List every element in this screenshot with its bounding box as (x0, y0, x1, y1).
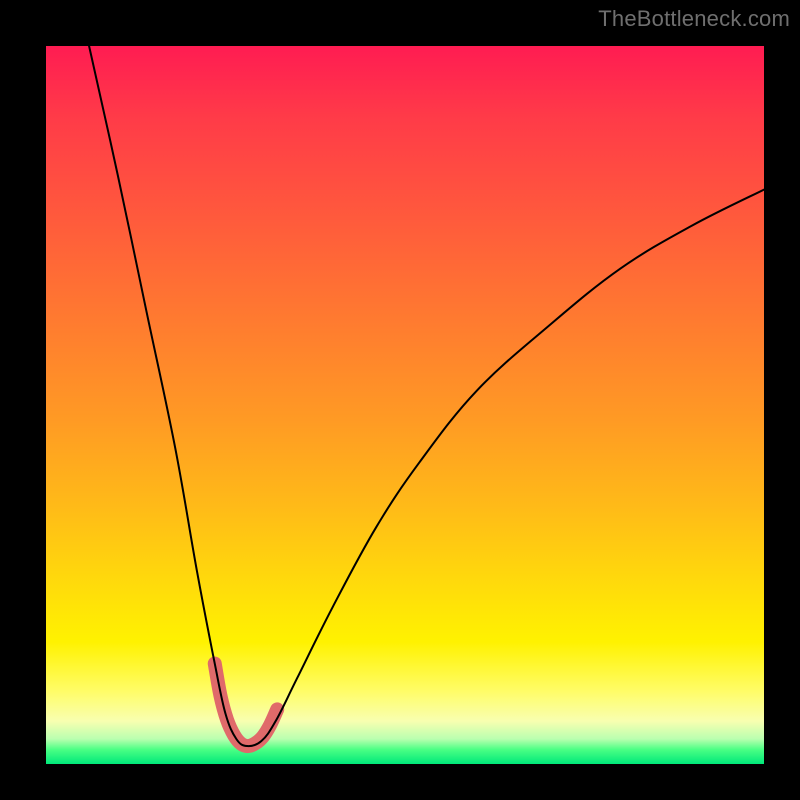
watermark-text: TheBottleneck.com (598, 6, 790, 32)
chart-frame: TheBottleneck.com (0, 0, 800, 800)
curve-layer (46, 46, 764, 764)
plot-area (46, 46, 764, 764)
bottleneck-curve (89, 46, 764, 746)
